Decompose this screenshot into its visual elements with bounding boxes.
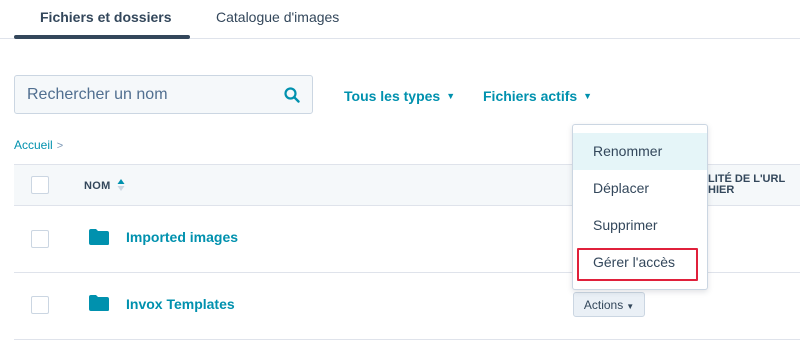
chevron-down-icon: ▼ bbox=[446, 91, 456, 101]
actions-button[interactable]: Actions ▼ bbox=[573, 292, 645, 317]
column-header-url-line2: HIER bbox=[708, 184, 735, 196]
tab-files-folders[interactable]: Fichiers et dossiers bbox=[40, 9, 172, 25]
row-checkbox[interactable] bbox=[31, 230, 49, 248]
column-header-url: LITÉ DE L'URL HIER bbox=[708, 174, 785, 196]
search-icon[interactable] bbox=[284, 87, 300, 103]
active-files-filter-label: Fichiers actifs bbox=[483, 88, 578, 104]
folder-name-link[interactable]: Imported images bbox=[126, 229, 238, 245]
menu-item-delete[interactable]: Supprimer bbox=[573, 207, 707, 244]
type-filter-label: Tous les types bbox=[344, 88, 441, 104]
tab-bar: Fichiers et dossiers Catalogue d'images bbox=[0, 0, 800, 39]
active-tab-indicator bbox=[14, 35, 190, 39]
folder-name-link[interactable]: Invox Templates bbox=[126, 296, 235, 312]
sort-icon[interactable] bbox=[117, 178, 125, 192]
menu-item-move[interactable]: Déplacer bbox=[573, 170, 707, 207]
breadcrumb-separator: > bbox=[56, 140, 64, 152]
type-filter-dropdown[interactable]: Tous les types ▼ bbox=[344, 88, 455, 104]
chevron-down-icon: ▼ bbox=[583, 91, 593, 101]
breadcrumb: Accueil > bbox=[14, 138, 63, 152]
chevron-down-icon: ▼ bbox=[626, 301, 635, 311]
actions-label: Actions bbox=[583, 297, 624, 312]
active-files-filter-dropdown[interactable]: Fichiers actifs ▼ bbox=[483, 88, 592, 104]
menu-item-rename[interactable]: Renommer bbox=[573, 133, 707, 170]
tab-image-catalog[interactable]: Catalogue d'images bbox=[216, 9, 339, 25]
folder-icon bbox=[89, 229, 109, 245]
row-checkbox[interactable] bbox=[31, 296, 49, 314]
highlight-box bbox=[577, 248, 698, 281]
select-all-checkbox[interactable] bbox=[31, 176, 49, 194]
column-header-name[interactable]: NOM bbox=[84, 180, 111, 192]
search-input[interactable] bbox=[15, 76, 275, 113]
breadcrumb-home[interactable]: Accueil bbox=[14, 138, 53, 152]
folder-icon bbox=[89, 295, 109, 311]
search-box bbox=[14, 75, 313, 114]
